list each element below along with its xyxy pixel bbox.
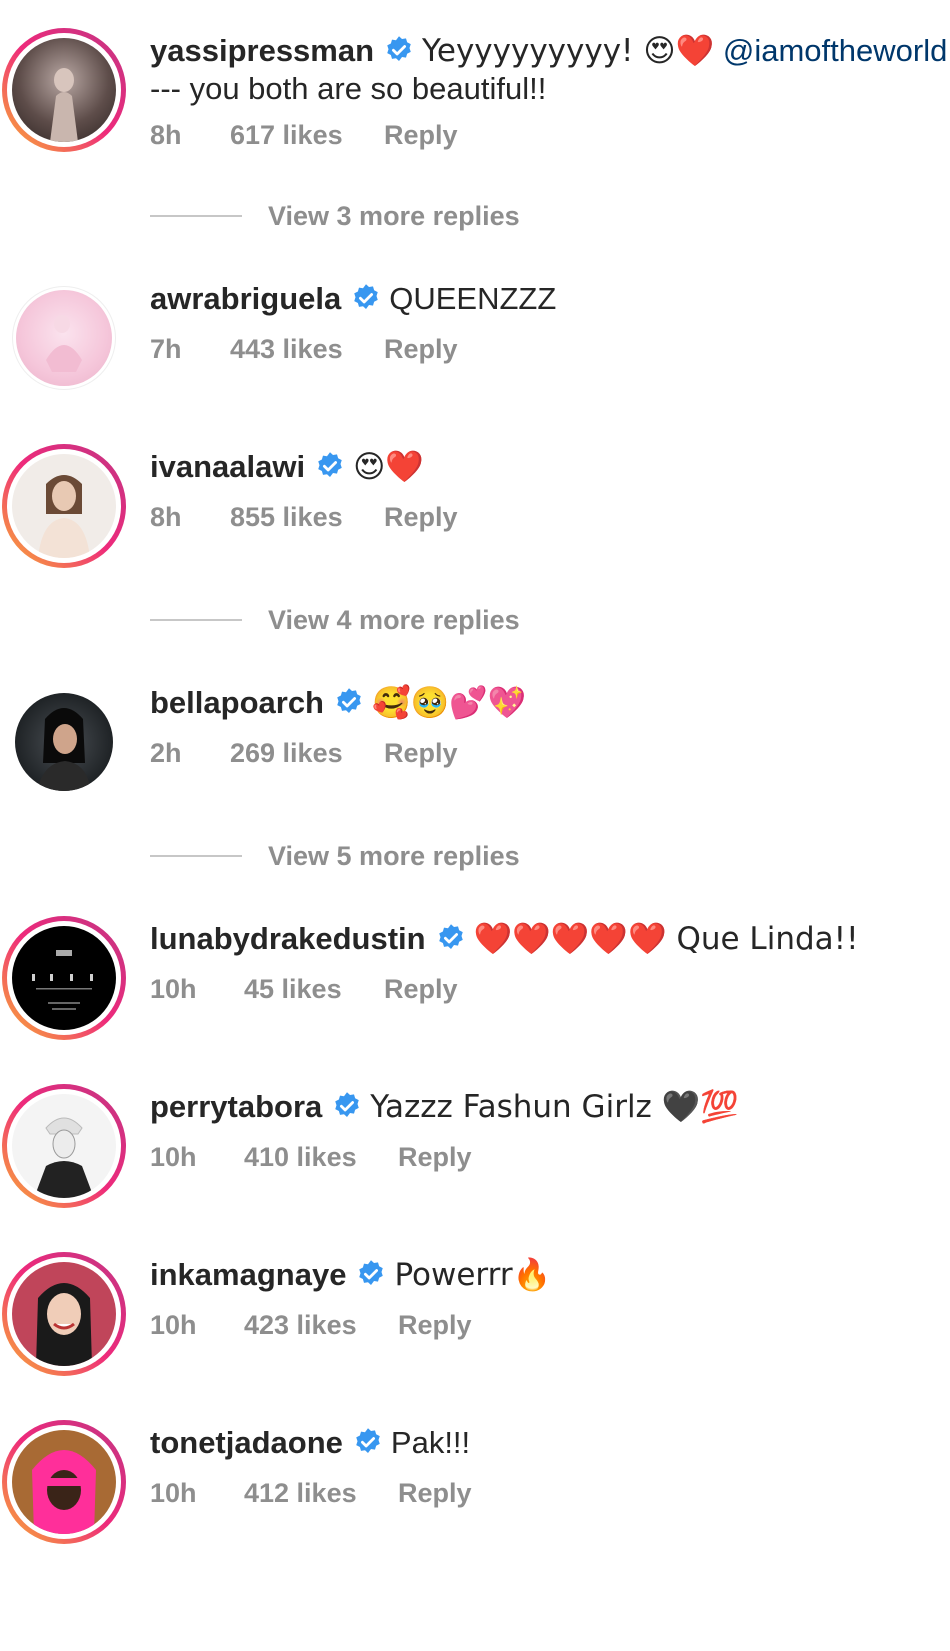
reply-button[interactable]: Reply bbox=[398, 1308, 472, 1342]
reply-button[interactable]: Reply bbox=[398, 1140, 472, 1174]
comment-username[interactable]: bellapoarch bbox=[150, 685, 324, 720]
avatar[interactable] bbox=[2, 916, 126, 1040]
comment-likes[interactable]: 45 likes bbox=[244, 972, 384, 1006]
verified-badge-icon bbox=[438, 924, 463, 949]
comment-username[interactable]: lunabydrakedustin bbox=[150, 921, 426, 956]
verified-badge-icon bbox=[387, 36, 411, 61]
verified-badge-icon bbox=[335, 1092, 360, 1117]
comment-username[interactable]: inkamagnaye bbox=[150, 1257, 346, 1292]
reply-button[interactable]: Reply bbox=[384, 736, 458, 770]
comment-likes[interactable]: 423 likes bbox=[244, 1308, 398, 1342]
comment-likes[interactable]: 269 likes bbox=[230, 736, 384, 770]
divider bbox=[150, 855, 242, 857]
mention-link[interactable]: @iamoftheworld bbox=[723, 33, 947, 68]
comment-time: 10h bbox=[150, 1142, 197, 1172]
verified-badge-icon bbox=[318, 452, 342, 477]
view-replies-label[interactable]: View 5 more replies bbox=[268, 841, 520, 872]
avatar[interactable] bbox=[2, 680, 126, 804]
comment-time: 10h bbox=[150, 1310, 197, 1340]
avatar[interactable] bbox=[2, 1252, 126, 1376]
view-more-replies-button[interactable]: View 5 more replies bbox=[150, 836, 520, 876]
avatar[interactable] bbox=[2, 444, 126, 568]
avatar[interactable] bbox=[2, 276, 126, 400]
comment-meta: 8h 855 likes Reply bbox=[150, 500, 458, 534]
comment-likes[interactable]: 617 likes bbox=[230, 118, 384, 152]
comment-time: 8h bbox=[150, 120, 182, 150]
comment-time: 7h bbox=[150, 334, 182, 364]
avatar[interactable] bbox=[2, 1420, 126, 1544]
comment-time: 10h bbox=[150, 974, 197, 1004]
comment-text: Yazzz Fashun Girlz 🖤💯 bbox=[370, 1089, 739, 1125]
comment-meta: 8h 617 likes Reply bbox=[150, 118, 458, 152]
divider bbox=[150, 619, 242, 621]
view-more-replies-button[interactable]: View 3 more replies bbox=[150, 196, 520, 236]
verified-badge-icon bbox=[359, 1260, 384, 1285]
comment-meta: 2h 269 likes Reply bbox=[150, 736, 458, 770]
comment-text: Powerrr🔥 bbox=[394, 1257, 552, 1293]
comment-time: 8h bbox=[150, 502, 182, 532]
comment-text-continued: --- you both are so beautiful!! bbox=[150, 71, 547, 106]
divider bbox=[150, 215, 242, 217]
comment-likes[interactable]: 410 likes bbox=[244, 1140, 398, 1174]
reply-button[interactable]: Reply bbox=[384, 332, 458, 366]
comment-username[interactable]: yassipressman bbox=[150, 33, 374, 68]
comment-time: 2h bbox=[150, 738, 182, 768]
comment-likes[interactable]: 412 likes bbox=[244, 1476, 398, 1510]
avatar[interactable] bbox=[2, 28, 126, 152]
comment-text: Yeyyyyyyyyy! 😍❤️ bbox=[422, 33, 715, 69]
comment-username[interactable]: perrytabora bbox=[150, 1089, 322, 1124]
reply-button[interactable]: Reply bbox=[398, 1476, 472, 1510]
comment-likes[interactable]: 855 likes bbox=[230, 500, 384, 534]
comment-text: QUEENZZZ bbox=[389, 281, 557, 316]
comment-text: 🥰🥹💕💖 bbox=[372, 685, 527, 721]
comment-text: ❤️❤️❤️❤️❤️ Que Linda!! bbox=[473, 921, 859, 957]
comment-meta: 10h 410 likes Reply bbox=[150, 1140, 472, 1174]
view-replies-label[interactable]: View 4 more replies bbox=[268, 605, 520, 636]
verified-badge-icon bbox=[354, 284, 378, 309]
reply-button[interactable]: Reply bbox=[384, 972, 458, 1006]
verified-badge-icon bbox=[337, 688, 361, 713]
comment-likes[interactable]: 443 likes bbox=[230, 332, 384, 366]
view-more-replies-button[interactable]: View 4 more replies bbox=[150, 600, 520, 640]
reply-button[interactable]: Reply bbox=[384, 118, 458, 152]
luna-logo-icon bbox=[32, 950, 93, 1010]
comment-meta: 10h 412 likes Reply bbox=[150, 1476, 472, 1510]
comment-text: Pak!!! bbox=[390, 1425, 471, 1460]
comment-username[interactable]: tonetjadaone bbox=[150, 1425, 343, 1460]
comment-time: 10h bbox=[150, 1478, 197, 1508]
avatar[interactable] bbox=[2, 1084, 126, 1208]
comment-username[interactable]: awrabriguela bbox=[150, 281, 341, 316]
verified-badge-icon bbox=[356, 1428, 380, 1453]
comment-username[interactable]: ivanaalawi bbox=[150, 449, 305, 484]
view-replies-label[interactable]: View 3 more replies bbox=[268, 201, 520, 232]
comment-meta: 10h 45 likes Reply bbox=[150, 972, 458, 1006]
comment-meta: 10h 423 likes Reply bbox=[150, 1308, 472, 1342]
reply-button[interactable]: Reply bbox=[384, 500, 458, 534]
comment-text: 😍❤️ bbox=[353, 449, 425, 485]
comment-meta: 7h 443 likes Reply bbox=[150, 332, 458, 366]
